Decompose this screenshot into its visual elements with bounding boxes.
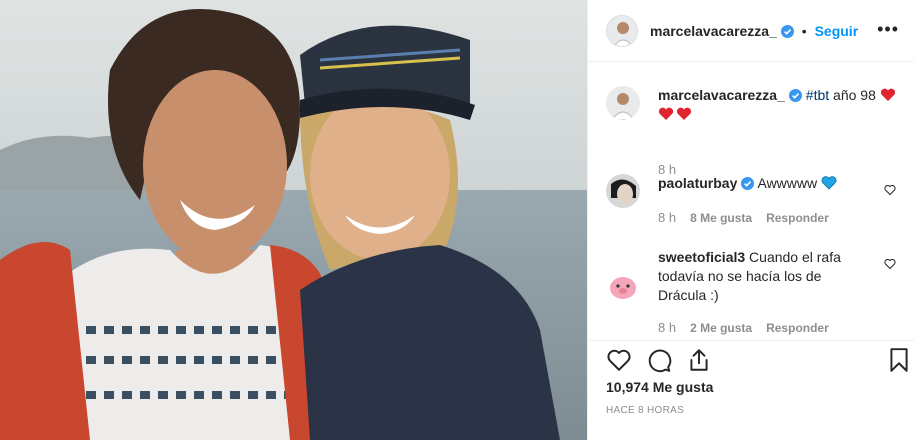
instagram-post-modal: marcelavacarezza_ • Seguir ••• marcelava… [0,0,914,440]
commenter-avatar[interactable] [606,270,640,304]
comment-meta: 8 h 8 Me gusta Responder [658,210,843,225]
comment-text: paolaturbay Awwwww [658,174,873,193]
caption-item: marcelavacarezza_ #tbt año 98 8 h [606,86,898,177]
share-icon[interactable] [686,347,712,373]
red-heart-emoji-icon [676,107,692,120]
like-heart-icon[interactable] [606,347,632,373]
comment-text: sweetoficial3 Cuando el rafa todavía no … [658,248,873,305]
comment-likes[interactable]: 8 Me gusta [690,211,752,225]
follow-button[interactable]: Seguir [815,23,859,39]
caption-body: año 98 [833,87,876,103]
post-side-panel: marcelavacarezza_ • Seguir ••• marcelava… [587,0,914,440]
caption-username[interactable]: marcelavacarezza_ [658,87,785,103]
comment-username[interactable]: paolaturbay [658,175,737,191]
blue-heart-emoji-icon [821,176,837,190]
comment-icon[interactable] [646,347,672,373]
post-actions: 10,974 Me gusta HACE 8 HORAS [588,340,914,440]
red-heart-emoji-icon [880,88,895,101]
verified-badge-icon [780,24,794,38]
post-timestamp[interactable]: HACE 8 HORAS [606,405,684,416]
comment-item: sweetoficial3 Cuando el rafa todavía no … [606,248,896,338]
reply-button[interactable]: Responder [766,211,829,225]
comment-item: paolaturbay Awwwww 8 h 8 Me gusta Responde… [606,174,896,244]
comments-list: marcelavacarezza_ #tbt año 98 8 h paolat… [588,62,914,340]
comment-meta: 8 h 2 Me gusta Responder [658,320,843,335]
likes-count[interactable]: 10,974 Me gusta [606,379,713,395]
comment-likes[interactable]: 2 Me gusta [690,321,752,335]
separator-dot: • [801,22,807,39]
commenter-avatar[interactable] [606,174,640,208]
comment-time[interactable]: 8 h [658,320,676,335]
hashtag-link[interactable]: #tbt [806,87,829,103]
author-avatar-small[interactable] [606,86,640,120]
save-bookmark-icon[interactable] [886,347,912,373]
comment-username[interactable]: sweetoficial3 [658,249,745,265]
verified-badge-icon [788,89,802,102]
red-heart-emoji-icon [658,107,674,120]
verified-badge-icon [741,177,755,190]
reply-button[interactable]: Responder [766,321,829,335]
author-username[interactable]: marcelavacarezza_ [650,23,777,39]
comment-time[interactable]: 8 h [658,210,676,225]
caption-text: marcelavacarezza_ #tbt año 98 [658,86,898,124]
post-photo[interactable] [0,0,587,440]
like-comment-heart-icon[interactable] [884,184,896,196]
post-header: marcelavacarezza_ • Seguir ••• [588,0,914,62]
comment-body: Awwwww [757,175,818,191]
author-avatar[interactable] [606,14,638,47]
like-comment-heart-icon[interactable] [884,258,896,270]
more-options-icon[interactable]: ••• [877,20,899,38]
